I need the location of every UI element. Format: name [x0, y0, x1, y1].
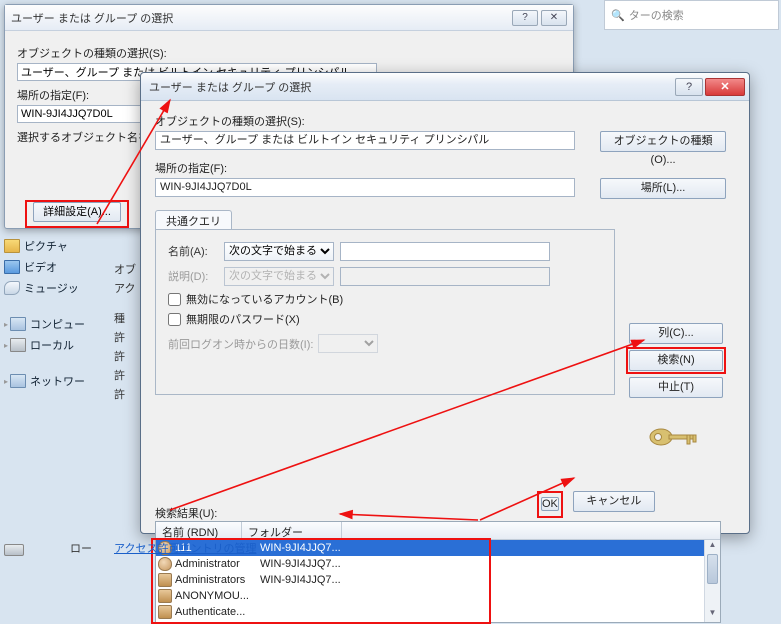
desc-input — [340, 267, 550, 286]
user-icon — [158, 557, 172, 571]
bottom-local-label: ロー — [70, 540, 92, 556]
cell-name: Administrators — [174, 574, 260, 586]
explorer-search-box[interactable]: 🔍 ターの検索 — [604, 0, 779, 30]
sidebar-item-computer[interactable]: ▸コンピュー — [4, 314, 104, 334]
titlebar[interactable]: ユーザー または グループ の選択 ? ✕ — [5, 5, 573, 31]
cell-folder: WIN-9JI4JJQ7... — [260, 574, 360, 586]
search-key-icon — [647, 423, 703, 451]
highlight-search: 検索(N) — [626, 347, 726, 374]
scroll-up-icon[interactable]: ▲ — [705, 540, 720, 554]
search-button[interactable]: 検索(N) — [629, 350, 723, 371]
folder-icon — [4, 239, 20, 253]
help-button[interactable]: ? — [512, 10, 538, 26]
network-icon — [10, 374, 26, 388]
ok-button[interactable]: OK — [541, 497, 559, 511]
select-user-dialog-advanced: ユーザー または グループ の選択 ? ✕ オブジェクトの種類の選択(S): ユ… — [140, 72, 750, 534]
music-icon — [4, 281, 20, 295]
stop-button[interactable]: 中止(T) — [629, 377, 723, 398]
object-type-field[interactable]: ユーザー、グループ または ビルトイン セキュリティ プリンシパル — [155, 131, 575, 150]
search-icon: 🔍 — [611, 9, 625, 22]
days-select — [318, 334, 378, 353]
name-label: 名前(A): — [168, 243, 224, 259]
table-row[interactable]: AdministratorsWIN-9JI4JJQ7... — [156, 572, 720, 588]
help-button[interactable]: ? — [675, 78, 703, 96]
cell-name: Administrator — [174, 558, 260, 570]
col-name[interactable]: 名前 (RDN) — [156, 522, 242, 539]
dialog-buttons: OK キャンセル — [537, 491, 655, 518]
dialog-title: ユーザー または グループ の選択 — [11, 10, 509, 26]
desc-match-select: 次の文字で始まる — [224, 267, 334, 286]
search-placeholder: ターの検索 — [629, 7, 684, 23]
table-row[interactable]: Authenticate... — [156, 604, 720, 620]
no-expire-checkbox[interactable]: 無期限のパスワード(X) — [168, 310, 602, 328]
drive-icon — [4, 544, 24, 556]
sidebar-item-video[interactable]: ビデオ — [4, 257, 104, 277]
sidebar-item-pictures[interactable]: ピクチャ — [4, 236, 104, 256]
results-label: 検索結果(U): — [155, 505, 217, 521]
scroll-down-icon[interactable]: ▼ — [705, 608, 720, 622]
table-row[interactable]: ANONYMOU... — [156, 588, 720, 604]
drive-icon — [10, 338, 26, 352]
highlight-ok: OK — [537, 491, 563, 518]
close-button[interactable]: ✕ — [541, 10, 567, 26]
group-icon — [158, 573, 172, 587]
expand-icon: ▸ — [4, 341, 8, 350]
titlebar[interactable]: ユーザー または グループ の選択 ? ✕ — [141, 73, 749, 101]
scroll-thumb[interactable] — [707, 554, 718, 584]
cell-folder: WIN-9JI4JJQ7... — [260, 558, 360, 570]
tab-common-query[interactable]: 共通クエリ — [155, 210, 232, 230]
name-match-select[interactable]: 次の文字で始まる — [224, 242, 334, 261]
sidebar-item-music[interactable]: ミュージッ — [4, 278, 104, 298]
sidebar-item-network[interactable]: ▸ネットワー — [4, 371, 104, 391]
disabled-accounts-checkbox[interactable]: 無効になっているアカウント(B) — [168, 290, 602, 308]
tabstrip: 共通クエリ — [155, 209, 735, 229]
object-types-button[interactable]: オブジェクトの種類(O)... — [600, 131, 726, 152]
video-icon — [4, 260, 20, 274]
table-row[interactable]: AdministratorWIN-9JI4JJQ7... — [156, 556, 720, 572]
locations-button[interactable]: 場所(L)... — [600, 178, 726, 199]
cancel-button[interactable]: キャンセル — [573, 491, 655, 512]
expand-icon: ▸ — [4, 377, 8, 386]
name-input[interactable] — [340, 242, 550, 261]
object-type-label: オブジェクトの種類の選択(S): — [17, 45, 561, 61]
advanced-button[interactable]: 詳細設定(A)... — [33, 202, 121, 222]
object-type-label: オブジェクトの種類の選択(S): — [155, 113, 735, 129]
location-field[interactable]: WIN-9JI4JJQ7D0L — [155, 178, 575, 197]
computer-icon — [10, 317, 26, 331]
location-label: 場所の指定(F): — [155, 160, 735, 176]
expand-icon: ▸ — [4, 320, 8, 329]
listview-header[interactable]: 名前 (RDN) フォルダー — [156, 522, 720, 540]
cell-name: Authenticate... — [174, 606, 260, 618]
group-icon — [158, 589, 172, 603]
right-buttons: 列(C)... 検索(N) 中止(T) — [629, 323, 723, 404]
sidebar-item-localdisk[interactable]: ▸ローカル — [4, 335, 104, 355]
cell-folder: WIN-9JI4JJQ7... — [260, 542, 360, 554]
scrollbar[interactable]: ▲ ▼ — [704, 540, 720, 622]
results-listview[interactable]: 名前 (RDN) フォルダー 111WIN-9JI4JJQ7...Adminis… — [155, 521, 721, 623]
common-query-group: 名前(A): 次の文字で始まる 説明(D): 次の文字で始まる 無効になっている… — [155, 229, 615, 395]
group-icon — [158, 605, 172, 619]
cell-name: ANONYMOU... — [174, 590, 260, 602]
days-since-logon-label: 前回ログオン時からの日数(I): — [168, 336, 318, 352]
explorer-sidebar: ピクチャ ビデオ ミュージッ ▸コンピュー ▸ローカル ▸ネットワー — [4, 235, 104, 392]
manage-permission-entries-link[interactable]: アクセス許可エントリの管理 — [114, 540, 256, 556]
columns-button[interactable]: 列(C)... — [629, 323, 723, 344]
close-button[interactable]: ✕ — [705, 78, 745, 96]
col-folder[interactable]: フォルダー — [242, 522, 342, 539]
desc-label: 説明(D): — [168, 268, 224, 284]
dialog-title: ユーザー または グループ の選択 — [149, 79, 673, 95]
